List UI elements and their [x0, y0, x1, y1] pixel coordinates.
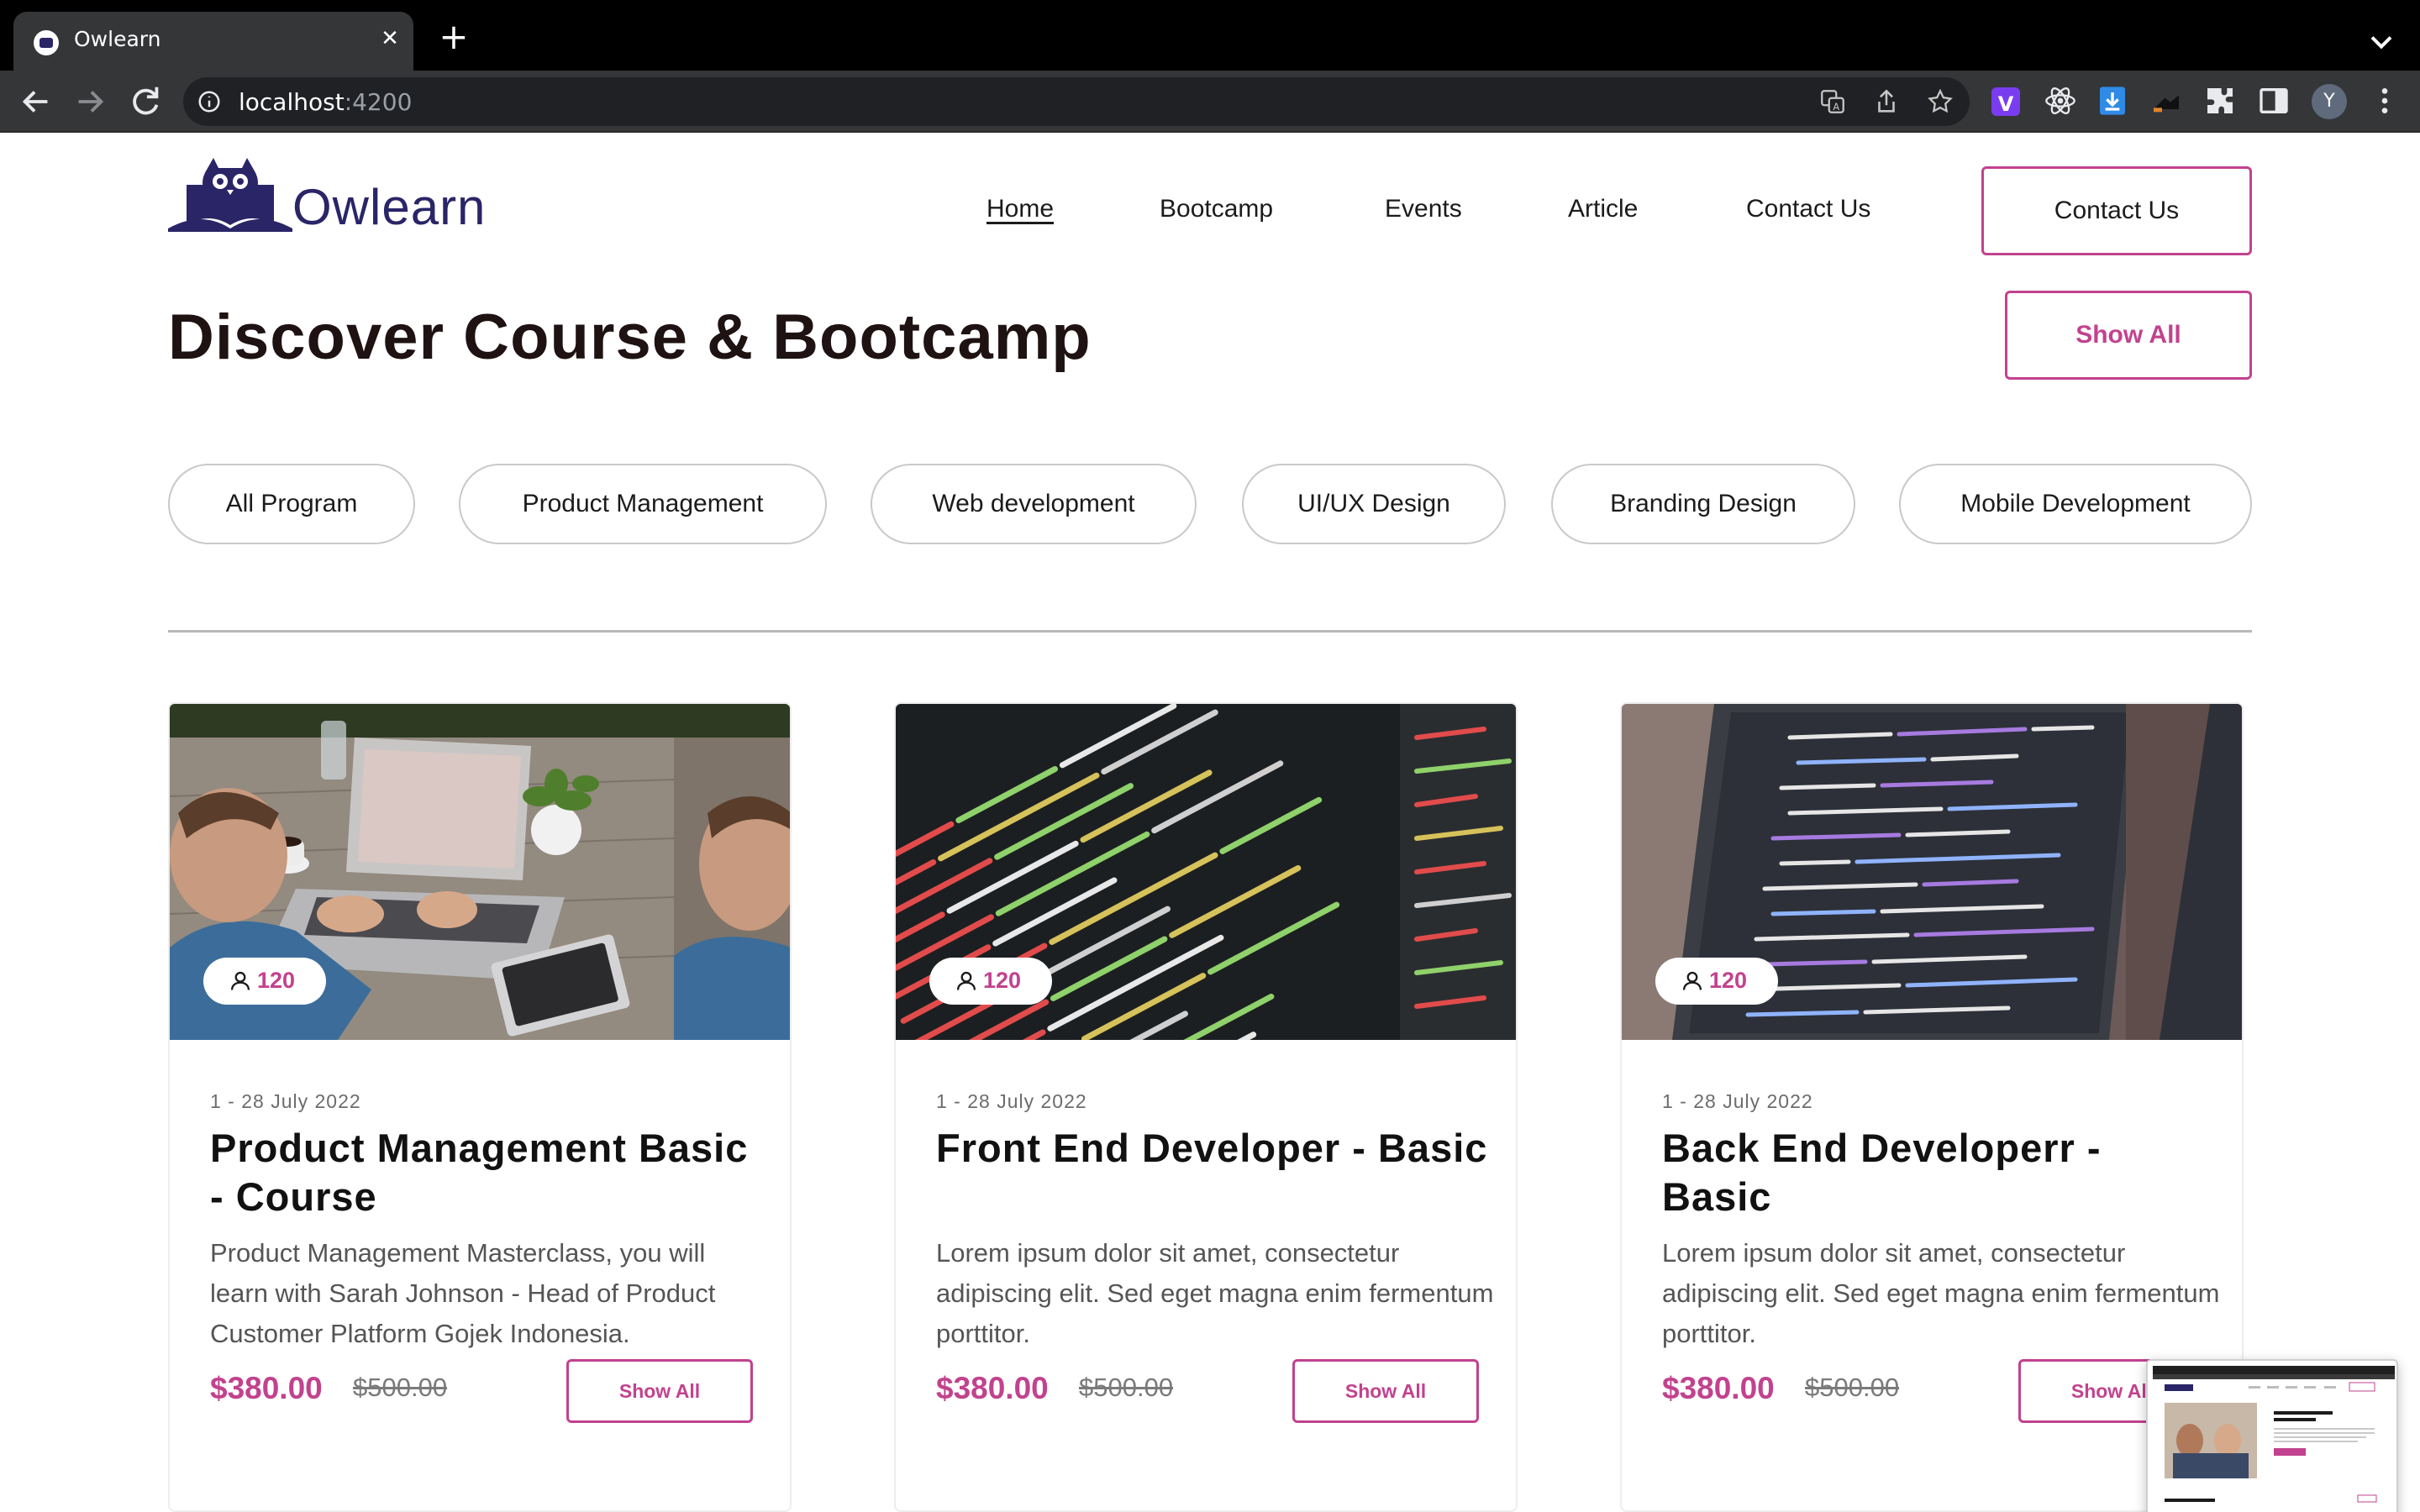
filter-chip-ui-ux-design[interactable]: UI/UX Design [1242, 464, 1506, 544]
forward-arrow-icon[interactable] [71, 82, 109, 121]
browser-tab[interactable]: Owlearn ✕ [13, 12, 413, 71]
web-page: Owlearn Home Bootcamp Events Article Con… [0, 133, 2420, 1512]
react-devtools-icon[interactable] [2044, 84, 2077, 118]
participants-badge: 120 [203, 958, 326, 1005]
user-icon [230, 971, 250, 990]
course-old-price: $500.00 [353, 1373, 448, 1402]
course-old-price: $500.00 [1805, 1373, 1900, 1402]
extension-dark-icon[interactable] [2149, 84, 2183, 118]
profile-avatar[interactable]: Y [2312, 84, 2347, 119]
filter-chip-all-program[interactable]: All Program [168, 464, 415, 544]
participants-badge: 120 [929, 958, 1052, 1005]
url-port: :4200 [344, 88, 413, 116]
filter-chip-product-management[interactable]: Product Management [459, 464, 827, 544]
user-icon [1682, 971, 1702, 990]
nav-bootcamp[interactable]: Bootcamp [1160, 195, 1273, 223]
url-host: localhost [239, 88, 345, 116]
section-title: Discover Course & Bootcamp [168, 302, 1092, 373]
course-card[interactable]: 120 1 - 28 July 2022 Front End Developer… [894, 702, 1518, 1512]
page-preview-thumbnail[interactable] [2146, 1359, 2398, 1512]
filter-chip-mobile-development[interactable]: Mobile Development [1899, 464, 2252, 544]
filter-chip-branding-design[interactable]: Branding Design [1551, 464, 1855, 544]
tab-title: Owlearn [74, 27, 161, 51]
close-tab-icon[interactable]: ✕ [375, 24, 405, 54]
extension-v-icon[interactable]: V [1991, 87, 2020, 116]
kebab-menu-icon[interactable] [2368, 84, 2402, 118]
course-card[interactable]: 120 1 - 28 July 2022 Product Management … [168, 702, 792, 1512]
url-input[interactable]: localhost:4200 A [183, 77, 1970, 126]
back-arrow-icon[interactable] [17, 82, 55, 121]
course-image: 120 [1622, 704, 2242, 1040]
user-icon [956, 971, 976, 990]
course-title: Front End Developer - Basic [936, 1126, 1488, 1170]
favicon-icon [34, 30, 59, 55]
download-manager-icon[interactable] [2096, 84, 2129, 118]
course-price: $380.00 [1662, 1371, 1775, 1405]
course-show-all-button[interactable]: Show All [1292, 1359, 1479, 1423]
new-tab-button[interactable]: + [434, 18, 474, 59]
participants-count: 120 [1709, 968, 1748, 993]
course-date: 1 - 28 July 2022 [210, 1090, 361, 1112]
course-old-price: $500.00 [1079, 1373, 1174, 1402]
puzzle-extensions-icon[interactable] [2203, 84, 2237, 118]
nav-article[interactable]: Article [1568, 195, 1638, 223]
course-image: 120 [896, 704, 1516, 1040]
filter-chip-web-development[interactable]: Web development [871, 464, 1197, 544]
participants-count: 120 [983, 968, 1022, 993]
address-bar: localhost:4200 A V Y [0, 71, 2420, 133]
info-icon[interactable] [197, 89, 222, 114]
course-price: $380.00 [210, 1371, 323, 1405]
nav-home[interactable]: Home [986, 195, 1054, 223]
course-image: 120 [170, 704, 790, 1040]
share-icon[interactable] [1872, 87, 1901, 116]
participants-count: 120 [257, 968, 296, 993]
side-panel-icon[interactable] [2257, 84, 2291, 118]
divider [168, 630, 2252, 633]
course-price: $380.00 [936, 1371, 1049, 1405]
course-date: 1 - 28 July 2022 [1662, 1090, 1813, 1112]
course-description: Product Management Masterclass, you will… [210, 1238, 716, 1348]
logo[interactable]: Owlearn [168, 151, 504, 244]
bookmark-star-icon[interactable] [1926, 87, 1954, 116]
course-title: Back End Developerr - Basic [1662, 1126, 2102, 1219]
svg-text:A: A [1833, 101, 1839, 113]
course-title: Product Management Basic - Course [210, 1126, 749, 1219]
nav-events[interactable]: Events [1385, 195, 1462, 223]
reload-icon[interactable] [126, 82, 165, 121]
browser-tab-bar: Owlearn ✕ + [0, 0, 2420, 71]
course-show-all-button[interactable]: Show All [566, 1359, 753, 1423]
participants-badge: 120 [1655, 958, 1778, 1005]
course-description: Lorem ipsum dolor sit amet, consectetur … [1662, 1238, 2220, 1348]
course-description: Lorem ipsum dolor sit amet, consectetur … [936, 1238, 1494, 1348]
logo-text: Owlearn [292, 179, 487, 235]
contact-us-button[interactable]: Contact Us [1981, 166, 2252, 255]
translate-icon[interactable]: A [1818, 87, 1847, 116]
show-all-button[interactable]: Show All [2005, 291, 2252, 380]
nav-contact-us[interactable]: Contact Us [1746, 195, 1870, 223]
owl-book-logo-icon [168, 158, 292, 232]
course-date: 1 - 28 July 2022 [936, 1090, 1087, 1112]
chevron-down-icon[interactable] [2363, 24, 2400, 60]
